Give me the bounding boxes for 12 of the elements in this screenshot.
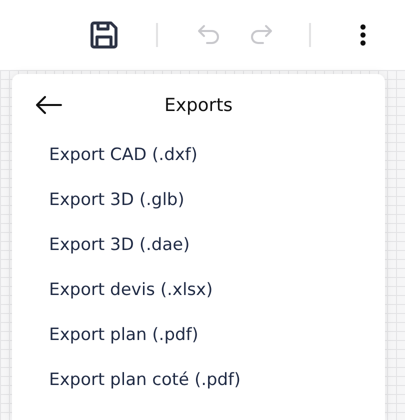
- menu-item[interactable]: Export 3D (.dae): [12, 223, 190, 268]
- save-icon: [88, 19, 120, 51]
- undo-icon: [197, 24, 221, 46]
- back-arrow-icon: [36, 96, 62, 114]
- menu-title: Exports: [164, 94, 233, 116]
- menu-item[interactable]: Export plan coté (.pdf): [12, 358, 241, 403]
- redo-icon: [249, 24, 273, 46]
- menu-item[interactable]: Export 3D (.glb): [12, 178, 184, 223]
- menu-item[interactable]: Export CAD (.dxf): [12, 133, 198, 178]
- menu-item[interactable]: Export plan (.pdf): [12, 313, 198, 358]
- menu-item[interactable]: Export devis (.xlsx): [12, 268, 213, 313]
- more-icon: [360, 24, 366, 46]
